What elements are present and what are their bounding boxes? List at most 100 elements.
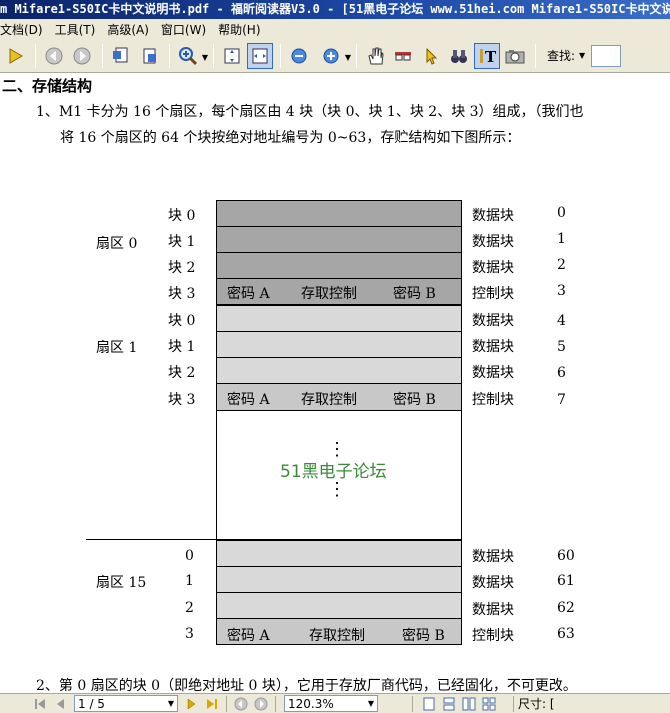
next-page-button[interactable] — [182, 695, 202, 713]
block-address: 0 — [557, 205, 566, 221]
find-label: 查找: — [547, 49, 576, 63]
page-number-field[interactable]: 1 / 5 ▼ — [74, 695, 178, 712]
back-button[interactable] — [41, 43, 67, 69]
block-address: 5 — [557, 339, 566, 355]
block-address: 4 — [557, 313, 566, 329]
snapshot-button[interactable] — [502, 43, 528, 69]
continuous-page-icon — [443, 697, 455, 710]
menu-document[interactable]: 文档(D) — [0, 21, 49, 38]
zoom-field[interactable]: 120.3% ▼ — [284, 695, 378, 712]
text-select-button[interactable] — [390, 43, 416, 69]
find-options-icon[interactable]: ▼ — [579, 51, 585, 60]
block-address: 62 — [557, 600, 575, 616]
typewriter-button[interactable]: T — [474, 42, 500, 69]
continuous-view-button[interactable] — [439, 695, 459, 713]
select-tool-button[interactable] — [418, 43, 444, 69]
find-tool-button[interactable] — [446, 43, 472, 69]
zoom-in-button[interactable]: ▼ — [318, 43, 351, 69]
single-page-view-button[interactable] — [419, 695, 439, 713]
section-title: 二、存储结构 — [2, 77, 93, 95]
window-title: m Mifare1-S50IC卡中文说明书.pdf - 福昕阅读器V3.0 - … — [0, 0, 670, 19]
toolbar-separator — [535, 43, 536, 68]
zoom-value: 120.3% — [288, 696, 334, 711]
fit-page-icon — [224, 48, 240, 63]
menu-tools[interactable]: 工具(T) — [55, 21, 102, 38]
block-address: 61 — [557, 573, 575, 589]
block-label: 块 3 — [168, 392, 196, 408]
history-back-button[interactable] — [231, 695, 251, 713]
first-page-icon — [35, 698, 45, 709]
page-paste-icon — [143, 48, 156, 63]
status-separator — [412, 695, 413, 712]
fit-width-button[interactable] — [247, 42, 273, 69]
history-forward-button[interactable] — [251, 695, 271, 713]
binoculars-icon — [451, 49, 467, 63]
magnifier-icon — [179, 46, 198, 65]
prev-page-button[interactable] — [50, 695, 70, 713]
page-number-value: 1 / 5 — [78, 696, 105, 711]
sector1-block0-cell — [216, 305, 462, 332]
block-type-label: 数据块 — [472, 208, 514, 224]
block-address: 63 — [557, 626, 575, 642]
block-address: 3 — [557, 283, 566, 299]
facing-view-button[interactable] — [459, 695, 479, 713]
back-icon — [234, 697, 248, 710]
block-label: 0 — [185, 548, 194, 564]
block-type-label: 数据块 — [472, 260, 514, 276]
play-icon — [9, 47, 23, 64]
paste-page-button[interactable] — [136, 43, 162, 69]
sector-label: 扇区 0 — [96, 236, 138, 252]
block-label: 块 0 — [168, 313, 196, 329]
facing-page-icon — [462, 697, 476, 710]
block-type-label: 数据块 — [472, 339, 514, 355]
last-page-button[interactable] — [202, 695, 222, 713]
text-tool-icon: T — [480, 48, 497, 66]
continuous-facing-view-button[interactable] — [479, 695, 499, 713]
first-page-button[interactable] — [30, 695, 50, 713]
hand-icon — [368, 47, 384, 64]
menu-help[interactable]: 帮助(H) — [218, 21, 266, 38]
hand-tool-button[interactable] — [362, 43, 388, 69]
last-page-icon — [207, 698, 217, 709]
key-b-label: 密码 B — [393, 392, 436, 408]
menu-bar: 文档(D) 工具(T) 高级(A) 窗口(W) 帮助(H) — [0, 19, 670, 39]
block-label: 2 — [185, 600, 194, 616]
block-address: 1 — [557, 231, 566, 247]
key-a-label: 密码 A — [227, 628, 270, 644]
zoom-out-button[interactable] — [286, 43, 312, 69]
menu-window[interactable]: 窗口(W) — [161, 21, 212, 38]
chevron-down-icon[interactable]: ▼ — [202, 53, 208, 62]
find-input[interactable] — [591, 44, 622, 67]
svg-text:T: T — [485, 48, 497, 66]
chevron-down-icon[interactable]: ▼ — [168, 699, 174, 708]
toolbar-separator — [35, 43, 36, 68]
block-type-label: 数据块 — [472, 602, 514, 618]
key-a-label: 密码 A — [227, 392, 270, 408]
toolbar-separator — [213, 43, 214, 68]
block-label: 块 1 — [168, 234, 196, 250]
forward-button[interactable] — [69, 43, 95, 69]
glasses-icon — [395, 51, 411, 60]
paragraph-3: 2、第 0 扇区的块 0（即绝对地址 0 块），它用于存放厂商代码，已经固化，不… — [36, 678, 577, 693]
prev-page-icon — [57, 698, 64, 709]
block-label: 块 0 — [168, 208, 196, 224]
paragraph-2: 将 16 个扇区的 64 个块按绝对地址编号为 0~63，存贮结构如下图所示： — [60, 130, 521, 146]
chevron-down-icon[interactable]: ▼ — [368, 699, 374, 708]
copy-page-button[interactable] — [108, 43, 134, 69]
page-size-label: 尺寸: [ — [518, 697, 555, 711]
zoom-in-tool-button[interactable]: ▼ — [175, 43, 208, 69]
block-address: 60 — [557, 548, 575, 564]
block-address: 2 — [557, 257, 566, 273]
fit-page-button[interactable] — [219, 43, 245, 69]
sector0-block0-cell — [216, 200, 462, 227]
chevron-down-icon[interactable]: ▼ — [345, 53, 351, 62]
block-type-label: 控制块 — [472, 392, 514, 408]
sector15-block1-cell — [216, 566, 462, 593]
sector-label: 扇区 15 — [96, 575, 147, 591]
toolbar-separator — [169, 43, 170, 68]
block-label: 块 3 — [168, 286, 196, 302]
block-address: 6 — [557, 365, 566, 381]
menu-advanced[interactable]: 高级(A) — [107, 21, 155, 38]
paragraph-1: 1、M1 卡分为 16 个扇区，每个扇区由 4 块（块 0、块 1、块 2、块 … — [36, 104, 584, 120]
play-button[interactable] — [2, 43, 28, 69]
